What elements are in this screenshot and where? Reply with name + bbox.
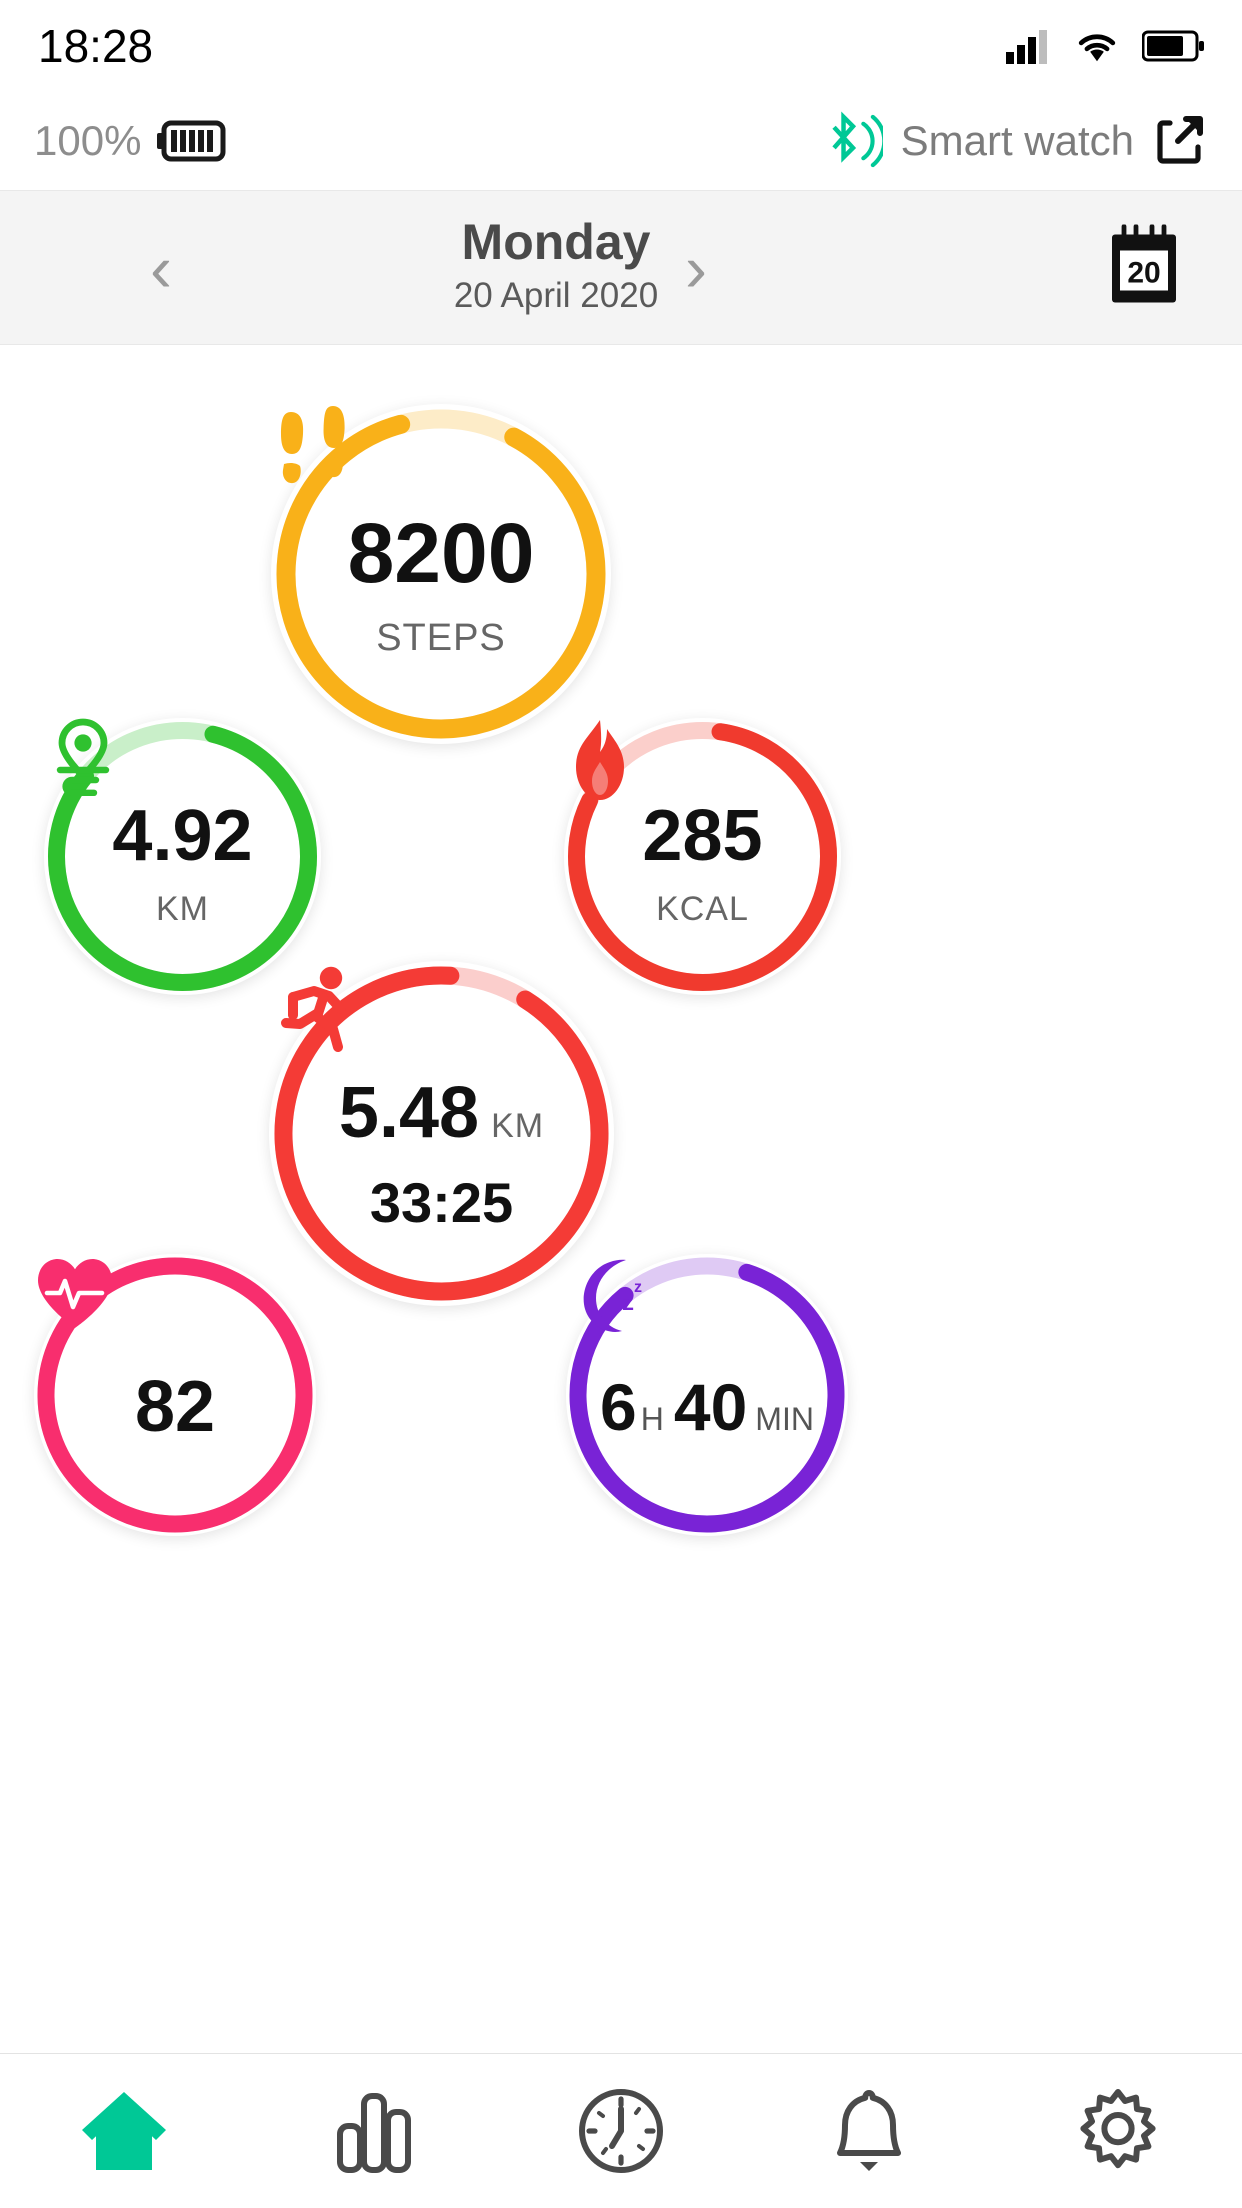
tab-settings[interactable] (994, 2054, 1242, 2208)
calendar-picker-button[interactable]: 20 (1106, 223, 1182, 311)
heart-rate-ring[interactable]: 82 (34, 1254, 316, 1536)
calories-ring[interactable]: 285 KCAL (564, 718, 841, 995)
svg-text:z: z (622, 1289, 634, 1316)
calendar-day-number: 20 (1127, 256, 1160, 289)
bottom-navigation (0, 2053, 1242, 2208)
watch-battery-percent: 100% (34, 117, 142, 164)
tab-alarms[interactable] (745, 2054, 993, 2208)
heart-rate-value: 82 (134, 1367, 216, 1447)
bell-icon (837, 2090, 902, 2171)
tab-home[interactable] (0, 2054, 248, 2208)
device-name: Smart watch (900, 117, 1134, 164)
bluetooth-connected-icon (831, 111, 883, 168)
distance-value: 4.92 (112, 796, 253, 876)
run-distance-unit: KM (491, 1106, 545, 1145)
svg-text:z: z (634, 1279, 642, 1296)
tab-clock[interactable] (497, 2054, 745, 2208)
home-icon (82, 2092, 167, 2170)
sleep-hours-unit: H (640, 1401, 664, 1437)
date-header: ‹ Monday 20 April 2020 › 20 (0, 190, 1242, 345)
wifi-icon (1078, 34, 1116, 62)
steps-value: 8200 (347, 505, 535, 600)
next-day-button[interactable]: › (685, 235, 707, 301)
steps-unit: STEPS (376, 616, 506, 659)
run-duration: 33:25 (369, 1170, 514, 1234)
sleep-minutes-unit: MIN (755, 1401, 814, 1437)
gear-icon (1080, 2089, 1156, 2169)
calories-value: 285 (642, 796, 763, 876)
distance-ring[interactable]: 4.92 KM (44, 718, 321, 995)
clock-icon (579, 2089, 664, 2173)
status-indicators (1006, 28, 1204, 64)
day-name: Monday (461, 213, 651, 270)
device-bar: 100% Smart watch (0, 92, 1242, 190)
sleep-hours-value: 6 (600, 1370, 637, 1444)
date-display: Monday 20 April 2020 (0, 213, 1242, 322)
status-bar: 18:28 (0, 0, 1242, 92)
steps-ring[interactable]: 8200 STEPS (271, 404, 611, 744)
bar-chart-icon (336, 2093, 411, 2173)
sleep-ring[interactable]: z z 6 H 40 MIN (566, 1254, 848, 1536)
distance-unit: KM (156, 890, 209, 928)
status-time: 18:28 (38, 20, 154, 72)
sleep-minutes-value: 40 (673, 1370, 748, 1444)
signal-icon (1006, 30, 1047, 64)
share-icon[interactable] (1152, 113, 1208, 169)
run-distance-value: 5.48 (338, 1072, 480, 1153)
watch-battery-group: 100% (34, 117, 227, 165)
tab-statistics[interactable] (248, 2054, 496, 2208)
running-ring[interactable]: 5.48 KM 33:25 (269, 961, 614, 1306)
battery-full-icon (157, 120, 226, 162)
connected-watch-group[interactable]: Smart watch (823, 110, 1208, 172)
calories-unit: KCAL (656, 890, 749, 928)
battery-icon (1142, 30, 1204, 62)
calendar-icon: 20 (1112, 223, 1176, 302)
activity-rings-area: 8200 STEPS 4.92 KM 285 KCAL 5.48 KM 33:2… (0, 345, 1242, 2045)
full-date: 20 April 2020 (453, 275, 659, 315)
